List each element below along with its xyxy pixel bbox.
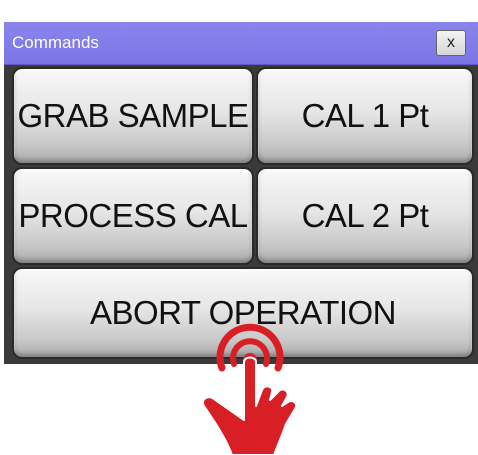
grab-sample-button[interactable]: GRAB SAMPLE xyxy=(12,67,254,165)
process-cal-button[interactable]: PROCESS CAL xyxy=(12,167,254,265)
screenshot: Commands x GRAB SAMPLE CAL 1 Pt PROCESS … xyxy=(0,0,478,455)
commands-dialog: Commands x GRAB SAMPLE CAL 1 Pt PROCESS … xyxy=(4,22,478,364)
dialog-title: Commands xyxy=(12,33,99,52)
tap-hand-icon xyxy=(202,323,298,455)
close-button[interactable]: x xyxy=(436,30,466,56)
cal-2pt-button[interactable]: CAL 2 Pt xyxy=(256,167,474,265)
title-bar: Commands x xyxy=(4,22,478,65)
cal-1pt-button[interactable]: CAL 1 Pt xyxy=(256,67,474,165)
